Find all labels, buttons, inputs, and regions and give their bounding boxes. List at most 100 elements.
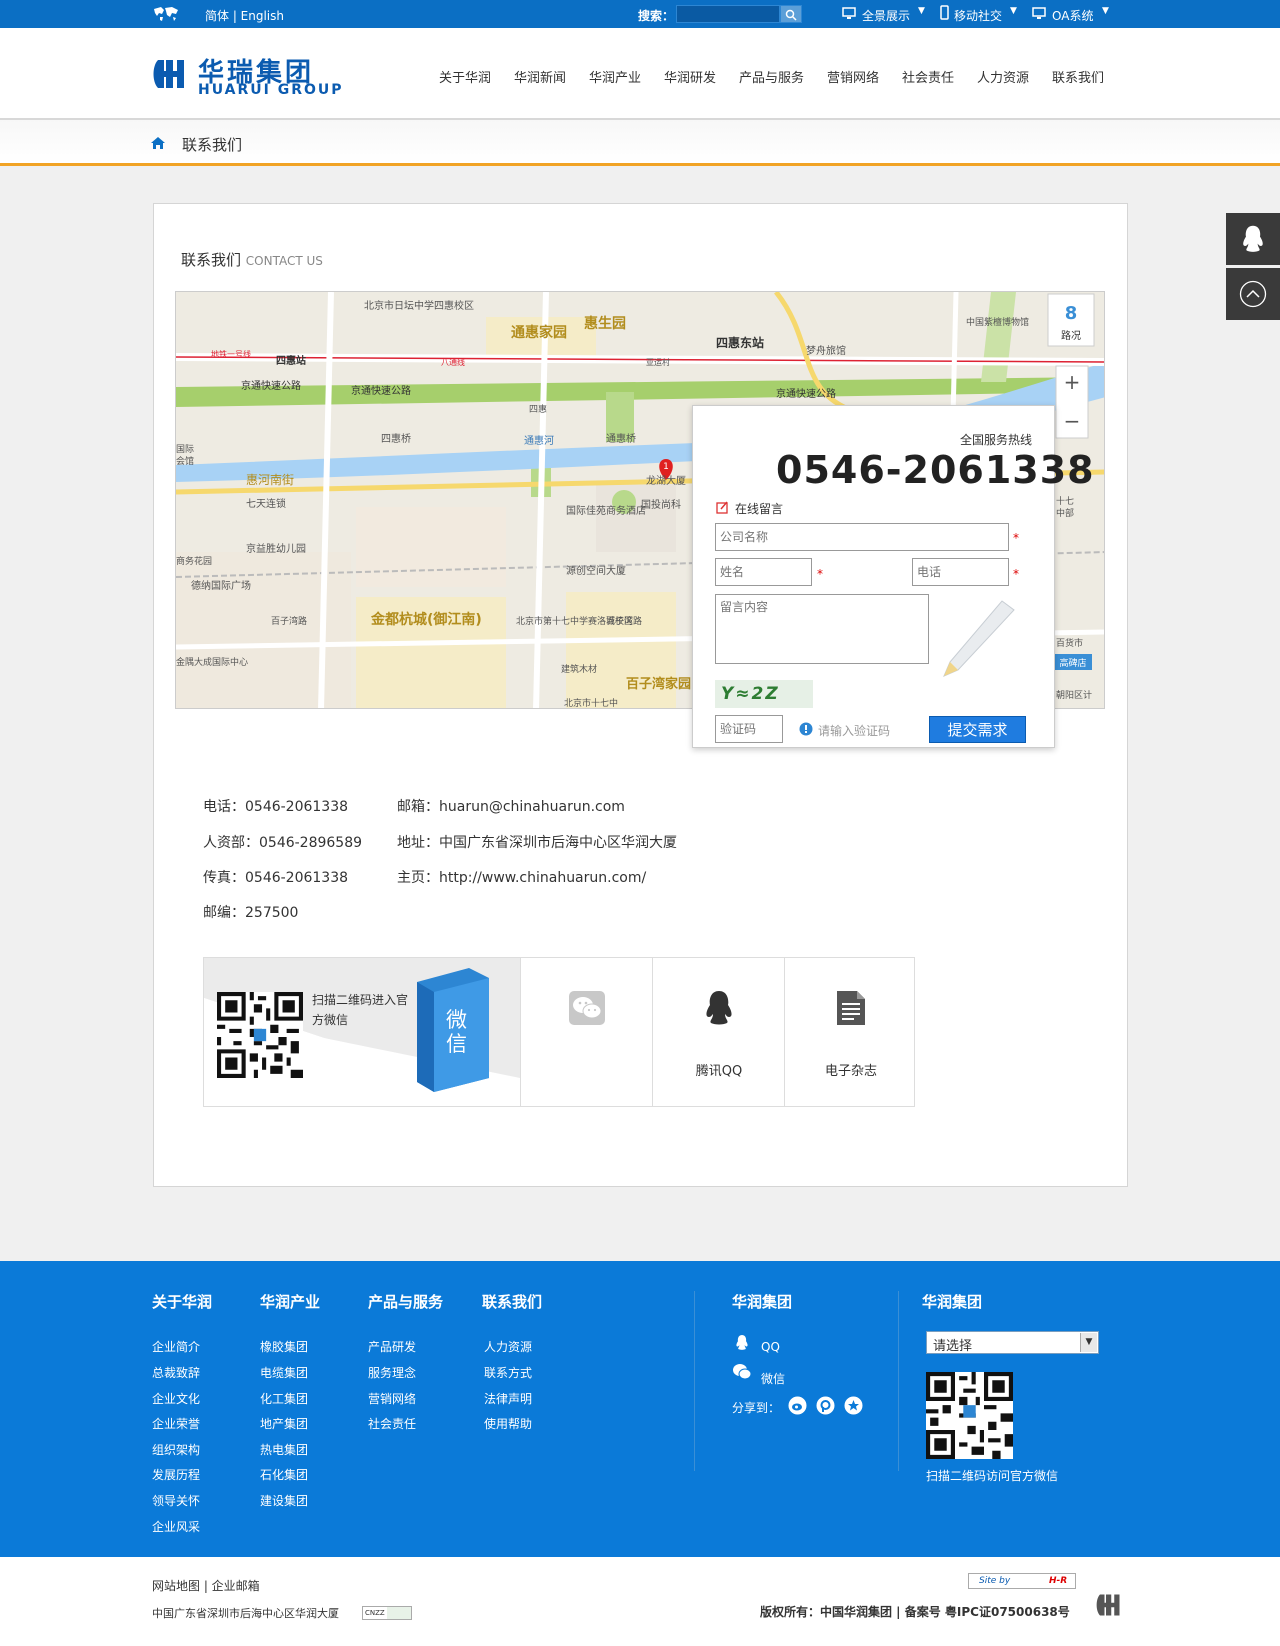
footer-link[interactable]: 法律声明: [484, 1390, 532, 1407]
map-label: 国际佳苑商务酒店: [566, 504, 646, 517]
hotline-number: 0546-2061338: [776, 448, 1095, 492]
nav-industry[interactable]: 华润产业: [589, 67, 641, 86]
footer-link[interactable]: 石化集团: [260, 1466, 308, 1483]
chevron-down-icon: ▼: [1010, 6, 1017, 16]
map-marker-label: 1: [663, 462, 669, 472]
submit-button[interactable]: 提交需求: [929, 716, 1026, 743]
footer-link[interactable]: 发展历程: [152, 1466, 200, 1483]
nav-hr[interactable]: 人力资源: [977, 67, 1029, 86]
map-label: 国际: [176, 444, 194, 455]
name-input[interactable]: [715, 558, 812, 586]
nav-products[interactable]: 产品与服务: [739, 67, 804, 86]
share-label: 分享到：: [732, 1401, 781, 1415]
map-label: 金隅大成国际中心: [176, 656, 248, 668]
footer-link[interactable]: 电缆集团: [260, 1364, 308, 1381]
side-qq-button[interactable]: [1226, 213, 1280, 265]
chevron-down-icon: ▼: [918, 6, 925, 16]
language-switch[interactable]: 简体 | English: [205, 7, 284, 24]
nav-contact[interactable]: 联系我们: [1052, 67, 1104, 86]
map-label: 地铁一号线: [211, 349, 251, 359]
map-label: 北京市日坛中学四惠校区: [364, 299, 474, 312]
nav-about[interactable]: 关于华润: [439, 67, 491, 86]
company-input[interactable]: [715, 523, 1009, 551]
map-label: 龙湖大厦: [646, 474, 686, 487]
cnzz-badge[interactable]: CNZZ: [362, 1606, 412, 1620]
footer-link[interactable]: 建设集团: [260, 1492, 308, 1509]
bottom-links[interactable]: 网站地图 | 企业邮箱: [152, 1577, 260, 1594]
qq-cell[interactable]: 腾讯QQ: [652, 957, 784, 1107]
section-title: 联系我们 CONTACT US: [181, 249, 323, 270]
qq-icon: [736, 1334, 748, 1350]
footer-link[interactable]: 人力资源: [484, 1338, 532, 1355]
oa-system-link[interactable]: OA系统: [1052, 7, 1093, 24]
footer-link[interactable]: 服务理念: [368, 1364, 416, 1381]
map-label: 四惠站: [276, 354, 306, 367]
map-label: 百子湾路: [271, 615, 307, 627]
panorama-link[interactable]: 全景展示: [862, 7, 910, 24]
footer-link[interactable]: 产品研发: [368, 1338, 416, 1355]
map-label: 七天连锁: [246, 497, 286, 510]
footer-weixin-link[interactable]: 微信: [761, 1370, 785, 1387]
footer-link[interactable]: 领导关怀: [152, 1492, 200, 1509]
share-circle-icon[interactable]: [816, 1396, 835, 1415]
map-label: 亚运村: [646, 357, 670, 367]
magazine-cell[interactable]: 电子杂志: [784, 957, 916, 1107]
wechat-icon: [733, 1364, 752, 1380]
footer-link[interactable]: 企业文化: [152, 1390, 200, 1407]
contact-hr: 人资部：0546-2896589: [203, 835, 363, 851]
search-button[interactable]: [780, 5, 802, 23]
nav-responsibility[interactable]: 社会责任: [902, 67, 954, 86]
section-title-en: CONTACT US: [245, 254, 323, 268]
contact-zip: 邮编：257500: [203, 905, 299, 921]
captcha-input[interactable]: [715, 715, 783, 743]
footer-link[interactable]: 橡胶集团: [260, 1338, 308, 1355]
zoom-in-button[interactable]: +: [1064, 370, 1081, 394]
footer-link[interactable]: 化工集团: [260, 1390, 308, 1407]
footer-col4-title[interactable]: 联系我们: [482, 1291, 542, 1312]
nav-research[interactable]: 华润研发: [664, 67, 716, 86]
search-input[interactable]: [676, 5, 780, 23]
footer-link[interactable]: 地产集团: [260, 1415, 308, 1432]
home-icon[interactable]: [150, 136, 166, 150]
map-label: 中部: [1056, 507, 1074, 519]
map-label: 京通快速公路: [351, 384, 411, 397]
footer-col2-title[interactable]: 华润产业: [260, 1291, 320, 1312]
footer-link[interactable]: 企业荣誉: [152, 1415, 200, 1432]
hotline-label: 全国服务热线: [960, 433, 1033, 447]
top-bar: 简体 | English 搜索： 全景展示 ▼ 移动社交 ▼ OA系统 ▼: [0, 0, 1280, 28]
footer-link[interactable]: 联系方式: [484, 1364, 532, 1381]
footer-link[interactable]: 营销网络: [368, 1390, 416, 1407]
contact-homepage[interactable]: 主页：http://www.chinahuarun.com/: [397, 867, 646, 887]
map-label: 四惠桥: [381, 432, 411, 445]
footer-link[interactable]: 组织架构: [152, 1441, 200, 1458]
qr-code-icon: [926, 1372, 1013, 1459]
map-label: 京通快速公路: [241, 379, 301, 392]
contact-email[interactable]: 邮箱：huarun@chinahuarun.com: [397, 796, 625, 816]
traffic-icon: 8: [1065, 303, 1078, 324]
favorite-star-icon[interactable]: [844, 1396, 863, 1415]
footer-col3-title[interactable]: 产品与服务: [368, 1291, 443, 1312]
zoom-out-button[interactable]: −: [1064, 409, 1081, 433]
monitor-icon: [1032, 7, 1046, 19]
footer-link[interactable]: 社会责任: [368, 1415, 416, 1432]
weibo-icon[interactable]: [788, 1396, 807, 1415]
search-label: 搜索：: [638, 9, 675, 23]
mobile-social-link[interactable]: 移动社交: [954, 7, 1002, 24]
captcha-image[interactable]: Y≈2Z: [715, 680, 813, 708]
weixin-cell[interactable]: [520, 957, 652, 1107]
world-map-icon: [154, 7, 178, 21]
side-top-button[interactable]: [1226, 268, 1280, 320]
nav-news[interactable]: 华润新闻: [514, 67, 566, 86]
footer-link[interactable]: 热电集团: [260, 1441, 308, 1458]
footer-link[interactable]: 总裁致辞: [152, 1364, 200, 1381]
footer-link[interactable]: 使用帮助: [484, 1415, 532, 1432]
footer-link[interactable]: 企业简介: [152, 1338, 200, 1355]
footer-link[interactable]: 企业风采: [152, 1518, 200, 1535]
site-by-badge[interactable]: Site by H-R: [968, 1573, 1076, 1589]
footer-qq-link[interactable]: QQ: [761, 1340, 780, 1354]
message-textarea[interactable]: [715, 594, 929, 664]
phone-input[interactable]: [912, 558, 1009, 586]
nav-marketing[interactable]: 营销网络: [827, 67, 879, 86]
footer-select[interactable]: 请选择 ▼: [926, 1331, 1099, 1354]
footer-col1-title[interactable]: 关于华润: [152, 1291, 212, 1312]
